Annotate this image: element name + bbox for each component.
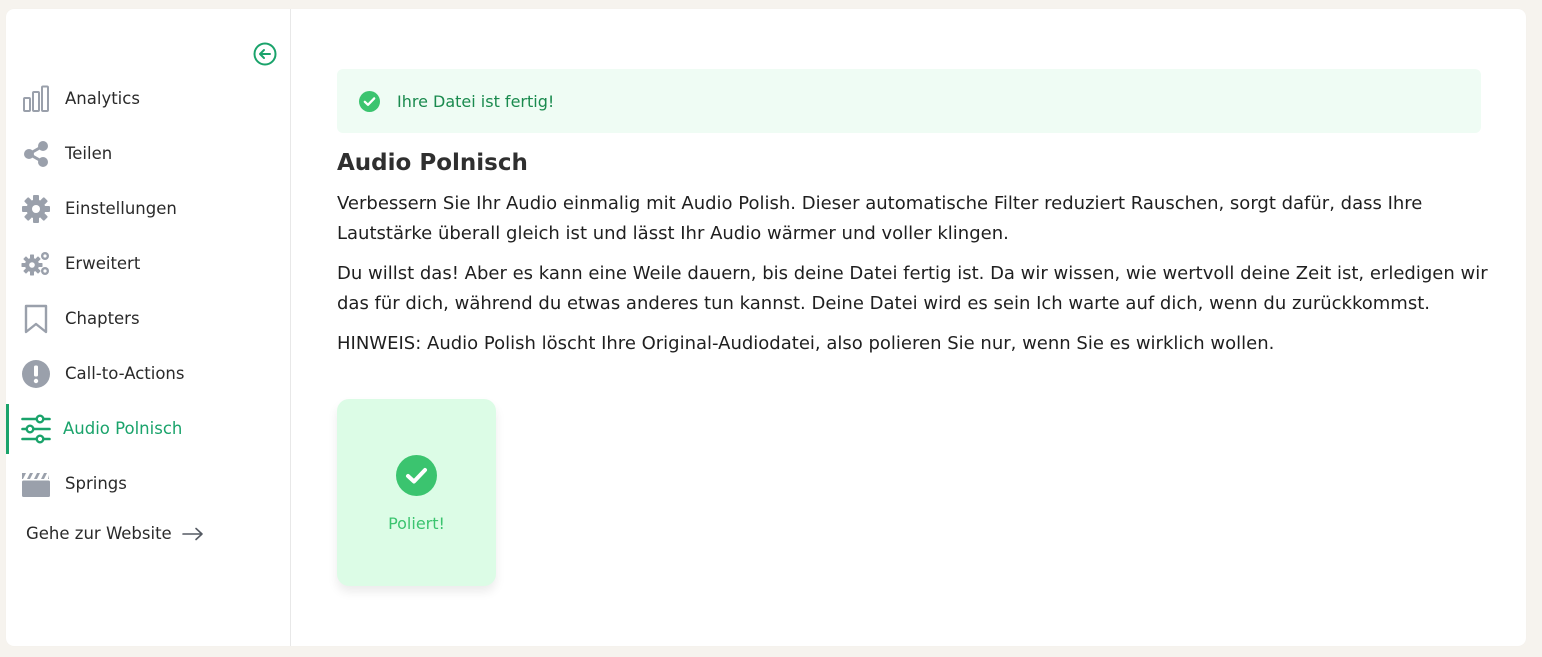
sidebar-item-label: Springs: [65, 474, 127, 493]
success-alert: Ihre Datei ist fertig!: [337, 69, 1481, 133]
go-to-website-link[interactable]: Gehe zur Website: [26, 524, 204, 543]
note-paragraph: HINWEIS: Audio Polish löscht Ihre Origin…: [337, 333, 1275, 354]
sidebar-item-analytics[interactable]: Analytics: [6, 71, 291, 126]
app-window: Analytics Teilen Einstellungen Erweitert…: [6, 9, 1526, 646]
main-content: Ihre Datei ist fertig! Audio Polnisch Ve…: [337, 9, 1488, 646]
sidebar-item-teilen[interactable]: Teilen: [6, 126, 291, 181]
polish-status-label: Poliert!: [388, 514, 445, 533]
sidebar-item-einstellungen[interactable]: Einstellungen: [6, 181, 291, 236]
sidebar-item-label: Erweitert: [65, 254, 141, 273]
alert-message: Ihre Datei ist fertig!: [397, 91, 555, 111]
sliders-icon: [21, 414, 51, 444]
description-paragraph: Du willst das! Aber es kann eine Weile d…: [337, 263, 1488, 314]
bar-chart-icon: [21, 84, 51, 114]
sidebar-item-audio-polnisch[interactable]: Audio Polnisch: [6, 401, 291, 456]
collapse-sidebar-button[interactable]: [253, 42, 277, 66]
sidebar-item-label: Call-to-Actions: [65, 364, 185, 383]
arrow-left-circle-icon: [253, 42, 277, 66]
go-to-website-label: Gehe zur Website: [26, 524, 172, 543]
gears-icon: [21, 249, 51, 279]
arrow-right-icon: [181, 527, 203, 540]
gear-icon: [21, 194, 51, 224]
sidebar: Analytics Teilen Einstellungen Erweitert…: [6, 9, 291, 646]
bookmark-icon: [21, 304, 51, 334]
polish-status-card[interactable]: Poliert!: [337, 399, 496, 586]
sidebar-item-label: Chapters: [65, 309, 140, 328]
sidebar-item-springs[interactable]: Springs: [6, 456, 291, 511]
sidebar-nav: Analytics Teilen Einstellungen Erweitert…: [6, 71, 291, 511]
sidebar-item-label: Analytics: [65, 89, 140, 108]
page-title: Audio Polnisch: [337, 150, 528, 176]
exclamation-circle-icon: [21, 359, 51, 389]
sidebar-item-label: Audio Polnisch: [63, 419, 183, 438]
check-circle-icon: [359, 90, 380, 112]
sidebar-item-label: Teilen: [65, 144, 113, 163]
share-icon: [21, 139, 51, 169]
description-paragraph: Verbessern Sie Ihr Audio einmalig mit Au…: [337, 193, 1423, 244]
check-circle-icon: [396, 455, 437, 496]
clapperboard-icon: [21, 469, 51, 499]
sidebar-item-call-to-actions[interactable]: Call-to-Actions: [6, 346, 291, 401]
sidebar-item-chapters[interactable]: Chapters: [6, 291, 291, 346]
sidebar-item-label: Einstellungen: [65, 199, 177, 218]
sidebar-item-erweitert[interactable]: Erweitert: [6, 236, 291, 291]
